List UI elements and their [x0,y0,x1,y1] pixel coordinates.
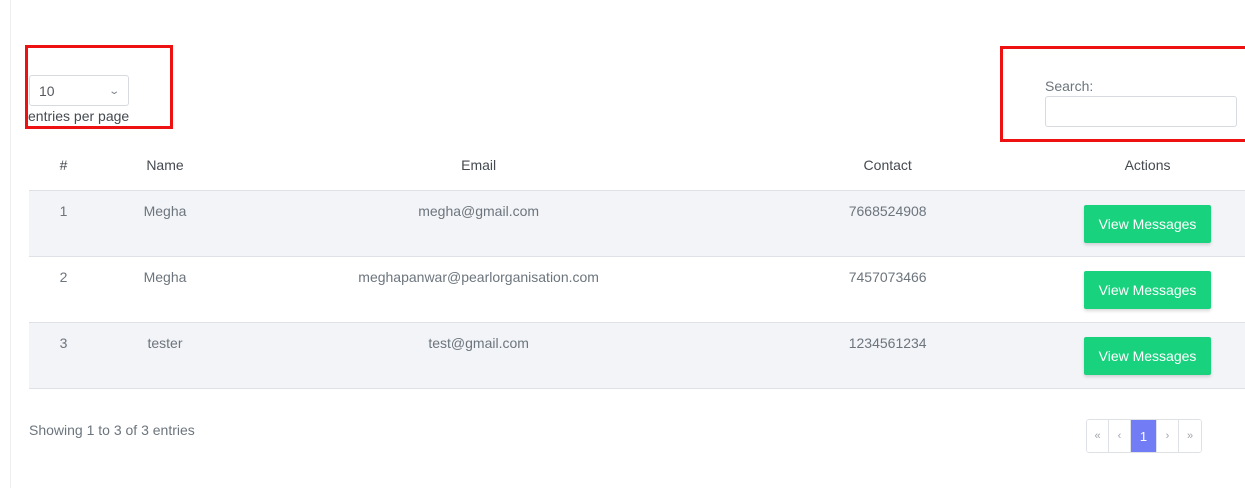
table-row: 3 tester test@gmail.com 1234561234 View … [29,322,1245,389]
row-name: tester [98,322,232,389]
row-actions: View Messages [1050,256,1245,323]
page-1-button[interactable]: 1 [1131,420,1157,452]
row-contact: 7668524908 [725,190,1051,257]
column-header-number[interactable]: # [29,140,99,191]
row-name: Megha [98,190,232,257]
row-email: test@gmail.com [231,322,726,389]
row-email: megha@gmail.com [231,190,726,257]
first-page-button[interactable]: « [1087,420,1109,452]
annotation-box-search [1000,46,1245,142]
table-row: 2 Megha meghapanwar@pearlorganisation.co… [29,256,1245,323]
table-header-row: # Name Email Contact Actions [29,140,1245,191]
table-info-text: Showing 1 to 3 of 3 entries [29,422,195,438]
row-number: 2 [29,256,99,323]
page-left-border [10,0,11,488]
pagination: « ‹ 1 › » [1086,419,1202,453]
row-actions: View Messages [1050,190,1245,257]
column-header-contact[interactable]: Contact [725,140,1051,191]
column-header-email[interactable]: Email [231,140,726,191]
entries-table: # Name Email Contact Actions 1 Megha meg… [29,140,1245,389]
view-messages-button[interactable]: View Messages [1084,271,1212,309]
last-page-button[interactable]: » [1179,420,1201,452]
row-contact: 1234561234 [725,322,1051,389]
view-messages-button[interactable]: View Messages [1084,337,1212,375]
row-number: 1 [29,190,99,257]
row-contact: 7457073466 [725,256,1051,323]
annotation-box-entries [25,45,173,129]
previous-page-button[interactable]: ‹ [1109,420,1131,452]
column-header-actions: Actions [1050,140,1245,191]
view-messages-button[interactable]: View Messages [1084,205,1212,243]
column-header-name[interactable]: Name [98,140,232,191]
row-number: 3 [29,322,99,389]
row-email: meghapanwar@pearlorganisation.com [231,256,726,323]
table-row: 1 Megha megha@gmail.com 7668524908 View … [29,190,1245,257]
row-name: Megha [98,256,232,323]
next-page-button[interactable]: › [1157,420,1179,452]
row-actions: View Messages [1050,322,1245,389]
